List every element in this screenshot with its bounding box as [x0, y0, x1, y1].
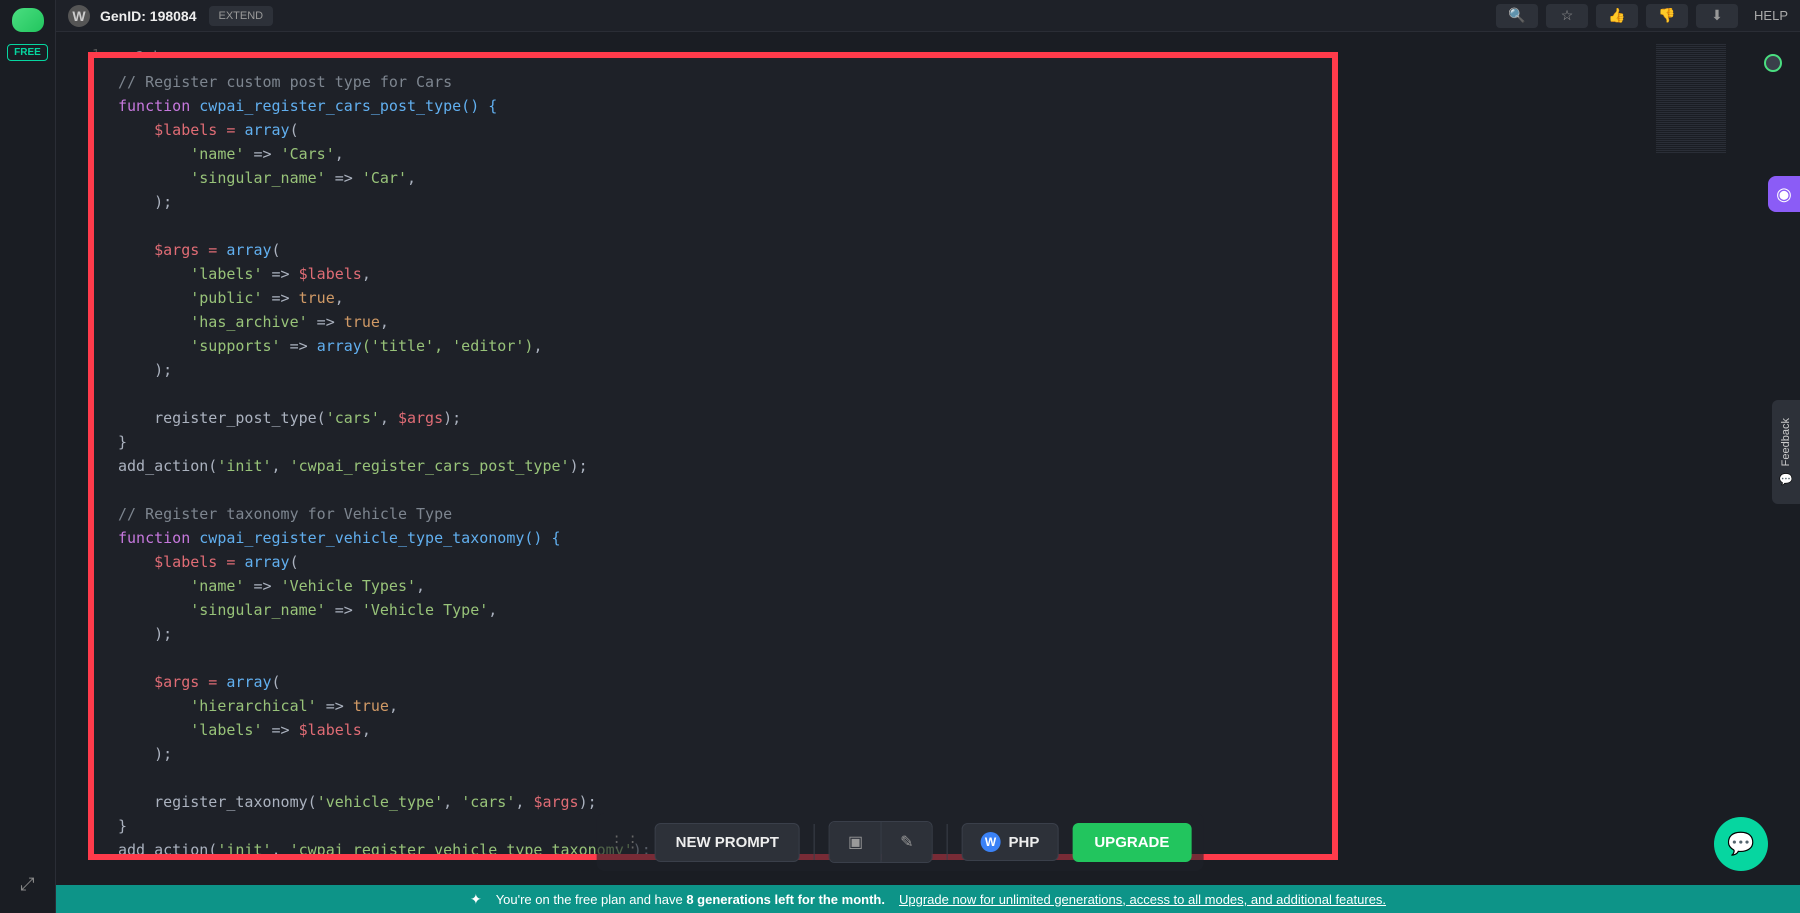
divider — [814, 824, 815, 860]
minimap[interactable] — [1656, 44, 1726, 154]
language-label: PHP — [1009, 834, 1040, 851]
editor-area: 1 <?php // Register custom post type for… — [56, 32, 1800, 885]
sparkle-icon: ✦ — [470, 891, 482, 908]
chat-fab[interactable]: 💬 — [1714, 817, 1768, 871]
new-prompt-button[interactable]: NEW PROMPT — [655, 823, 800, 862]
extend-button[interactable]: EXTEND — [209, 6, 274, 26]
status-bar: ✦ You're on the free plan and have 8 gen… — [56, 885, 1800, 913]
divider — [947, 824, 948, 860]
plan-badge: FREE — [7, 44, 48, 61]
console-mode-icon[interactable]: ▣ — [830, 822, 882, 862]
status-text: You're on the free plan and have 8 gener… — [496, 892, 885, 907]
feedback-label: Feedback — [1780, 418, 1792, 466]
top-bar-actions: 🔍 ☆ 👍 👎 ⬇ HELP — [1496, 4, 1788, 28]
code-content[interactable]: // Register custom post type for Cars fu… — [118, 70, 1332, 860]
expand-icon[interactable]: ⤢ — [20, 874, 34, 895]
thumbs-up-icon[interactable]: 👍 — [1596, 4, 1638, 28]
wordpress-icon: W — [981, 832, 1001, 852]
upgrade-button[interactable]: UPGRADE — [1072, 823, 1191, 862]
upgrade-link[interactable]: Upgrade now for unlimited generations, a… — [899, 892, 1386, 907]
app-logo[interactable] — [12, 8, 44, 32]
edit-mode-icon[interactable]: ✎ — [882, 822, 931, 862]
star-icon[interactable]: ☆ — [1546, 4, 1588, 28]
line-gutter — [56, 32, 84, 885]
thumbs-down-icon[interactable]: 👎 — [1646, 4, 1688, 28]
search-icon[interactable]: 🔍 — [1496, 4, 1538, 28]
drag-handle-icon[interactable]: ⋮⋮ — [609, 832, 641, 852]
page-title: GenID: 198084 — [100, 8, 197, 24]
download-icon[interactable]: ⬇ — [1696, 4, 1738, 28]
top-bar: W GenID: 198084 EXTEND 🔍 ☆ 👍 👎 ⬇ HELP — [56, 0, 1800, 32]
floating-toolbar: ⋮⋮ NEW PROMPT ▣ ✎ W PHP UPGRADE — [597, 813, 1204, 871]
mode-toggle: ▣ ✎ — [829, 821, 933, 863]
left-rail: FREE ⤢ — [0, 0, 56, 913]
language-selector[interactable]: W PHP — [962, 823, 1059, 861]
ai-assist-tab[interactable]: ◉ — [1768, 176, 1800, 212]
code-highlight-frame: // Register custom post type for Cars fu… — [88, 52, 1338, 860]
wordpress-icon: W — [68, 5, 90, 27]
feedback-tab[interactable]: Feedback 💬 — [1772, 400, 1800, 504]
chat-icon: 💬 — [1779, 473, 1793, 486]
presence-indicator — [1764, 54, 1782, 72]
help-link[interactable]: HELP — [1754, 8, 1788, 23]
